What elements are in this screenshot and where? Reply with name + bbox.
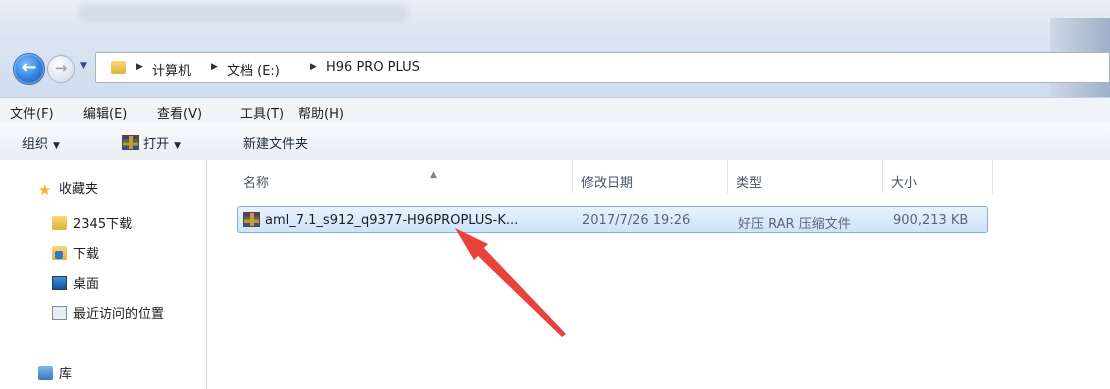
- annotation-arrow: [455, 228, 566, 337]
- annotation-arrow-shape: [455, 228, 566, 337]
